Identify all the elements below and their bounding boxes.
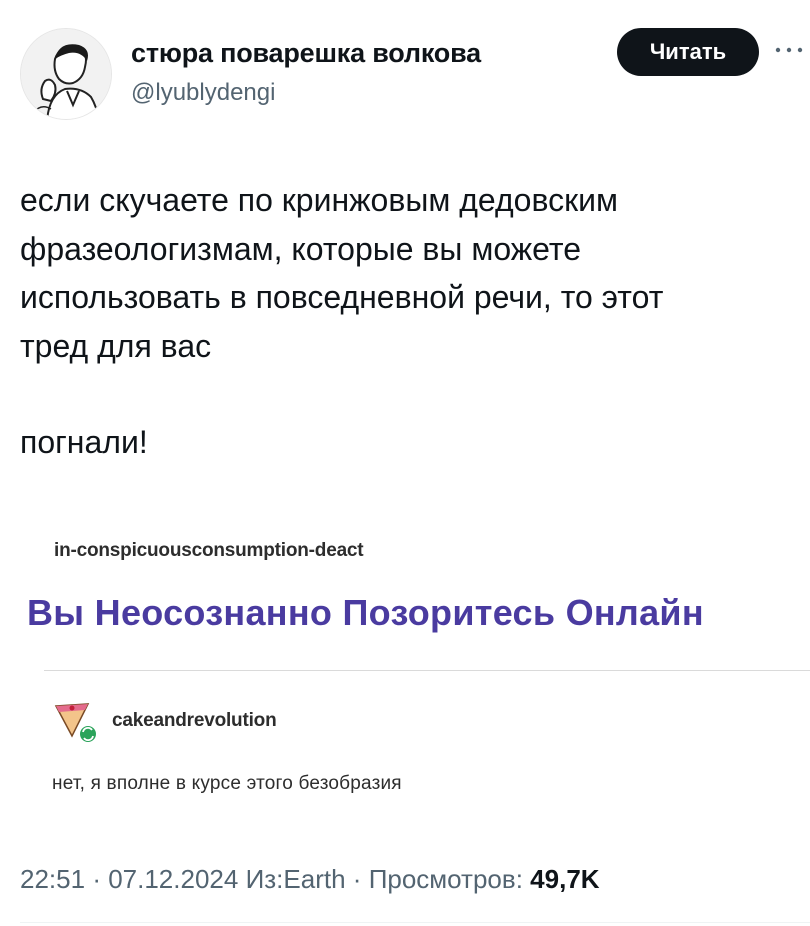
- views-count[interactable]: 49,7K: [530, 864, 599, 894]
- embedded-original-username: in-conspicuousconsumption-deact: [54, 540, 364, 561]
- user-handle[interactable]: @lyublydengi: [131, 79, 275, 107]
- separator-dot: ·: [352, 864, 369, 894]
- tweet-line: тред для вас: [20, 327, 212, 364]
- embedded-reply-text: нет, я вполне в курсе этого безобразия: [52, 773, 402, 794]
- tweet-source: Из:Earth: [245, 864, 346, 894]
- embedded-divider: [44, 670, 810, 671]
- tweet-line: использовать в повседневной речи, то это…: [20, 279, 664, 315]
- tweet-text: если скучаете по кринжовым дедовским фра…: [20, 176, 790, 370]
- attached-image[interactable]: in-conspicuousconsumption-deact Вы Неосо…: [0, 516, 810, 832]
- avatar[interactable]: [20, 28, 112, 120]
- tweet-line: фразеологизмам, которые вы можете: [20, 230, 581, 267]
- reblog-avatar: [52, 696, 100, 744]
- views-label: Просмотров:: [368, 864, 523, 894]
- dots-icon: [775, 47, 803, 53]
- divider: [20, 922, 810, 923]
- tweet-outro: погнали!: [20, 424, 148, 460]
- embedded-reblog-username: cakeandrevolution: [112, 710, 277, 731]
- embedded-post-title: Вы Неосознанно Позоритесь Онлайн: [27, 592, 704, 633]
- separator-dot: ·: [92, 864, 109, 894]
- display-name[interactable]: стюра поварешка волкова: [131, 38, 481, 69]
- tweet-line: если скучаете по кринжовым дедовским: [20, 182, 618, 218]
- tweet-metadata: 22:51 · 07.12.2024 Из:Earth · Просмотров…: [20, 864, 600, 895]
- cake-slice-icon: [54, 703, 98, 744]
- follow-button[interactable]: Читать: [617, 28, 759, 76]
- tweet-date[interactable]: 07.12.2024: [108, 864, 238, 894]
- avatar-illustration: [21, 29, 111, 119]
- tweet-time[interactable]: 22:51: [20, 864, 85, 894]
- more-options-icon[interactable]: [772, 30, 806, 70]
